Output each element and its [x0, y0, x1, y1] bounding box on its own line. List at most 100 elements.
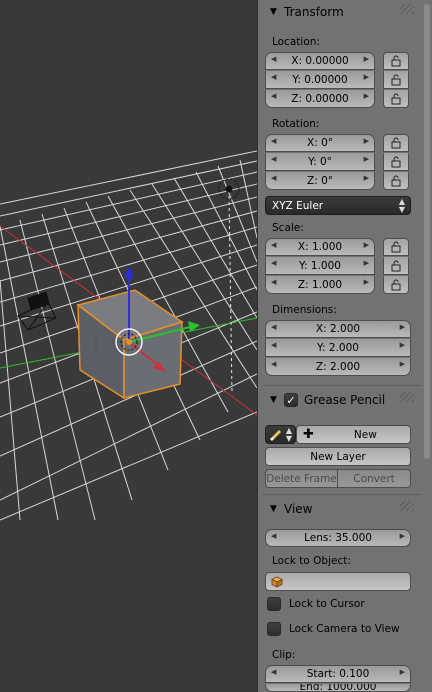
decrement-arrow-icon[interactable]: ◀ — [271, 137, 276, 145]
location-z-field[interactable]: ◀ Z: 0.00000 ▶ — [265, 90, 375, 108]
increment-arrow-icon[interactable]: ▶ — [364, 278, 369, 286]
location-y-field[interactable]: ◀ Y: 0.00000 ▶ — [265, 71, 375, 89]
clip-start-value: Start: 0.100 — [306, 668, 370, 680]
rotation-mode-value: XYZ Euler — [272, 199, 324, 212]
increment-arrow-icon[interactable]: ▶ — [364, 241, 369, 249]
rotation-z-field[interactable]: ◀ Z: 0° ▶ — [265, 172, 375, 190]
rotation-z-value: Z: 0° — [307, 174, 333, 187]
lock-scale-x-toggle[interactable] — [383, 238, 409, 256]
increment-arrow-icon[interactable]: ▶ — [400, 668, 405, 676]
plus-icon: ✚ — [303, 427, 314, 442]
decrement-arrow-icon[interactable]: ◀ — [271, 323, 276, 331]
panel-separator — [262, 494, 422, 495]
scale-y-field[interactable]: ◀ Y: 1.000 ▶ — [265, 257, 375, 275]
lens-field[interactable]: ◀ Lens: 35.000 ▶ — [265, 529, 411, 547]
convert-button[interactable]: Convert — [337, 469, 411, 488]
lock-rotation-z-toggle[interactable] — [383, 172, 409, 190]
decrement-arrow-icon[interactable]: ◀ — [271, 55, 276, 63]
increment-arrow-icon[interactable]: ▶ — [400, 360, 405, 368]
dimensions-y-field[interactable]: ◀ Y: 2.000 ▶ — [265, 339, 411, 357]
rotation-x-field[interactable]: ◀ X: 0° ▶ — [265, 134, 375, 152]
collapse-triangle-icon: ▼ — [270, 504, 277, 514]
dimensions-z-value: Z: 2.000 — [315, 360, 361, 373]
new-layer-button[interactable]: New Layer — [265, 447, 411, 466]
increment-arrow-icon[interactable]: ▶ — [364, 55, 369, 63]
drag-grip-icon[interactable] — [400, 4, 414, 14]
lock-location-z-toggle[interactable] — [383, 90, 409, 108]
clip-end-value: End: 1000.000 — [299, 684, 377, 692]
lock-scale-y-toggle[interactable] — [383, 257, 409, 275]
lock-to-cursor-checkbox[interactable] — [267, 597, 281, 611]
camera-icon[interactable] — [17, 291, 57, 331]
view-panel-header[interactable]: ▼ View — [258, 497, 424, 521]
scale-x-field[interactable]: ◀ X: 1.000 ▶ — [265, 238, 375, 256]
delete-frame-button[interactable]: Delete Frame — [265, 469, 338, 488]
padlock-icon — [391, 137, 401, 149]
dimensions-y-value: Y: 2.000 — [317, 341, 359, 354]
increment-arrow-icon[interactable]: ▶ — [400, 341, 405, 349]
increment-arrow-icon[interactable]: ▶ — [364, 137, 369, 145]
drag-grip-icon[interactable] — [400, 501, 414, 511]
padlock-icon — [391, 175, 401, 186]
increment-arrow-icon[interactable]: ▶ — [400, 532, 405, 540]
decrement-arrow-icon[interactable]: ◀ — [271, 155, 276, 163]
lock-to-object-field[interactable] — [265, 572, 411, 591]
location-x-field[interactable]: ◀ X: 0.00000 ▶ — [265, 52, 375, 70]
decrement-arrow-icon[interactable]: ◀ — [271, 341, 276, 349]
rotation-label: Rotation: — [272, 118, 320, 130]
grease-pencil-new-button[interactable]: ✚ New — [296, 425, 411, 444]
panel-separator — [262, 385, 422, 386]
rotation-x-value: X: 0° — [307, 137, 333, 149]
increment-arrow-icon[interactable]: ▶ — [364, 259, 369, 267]
lock-camera-to-view-checkbox[interactable] — [267, 622, 281, 636]
decrement-arrow-icon[interactable]: ◀ — [271, 92, 276, 100]
increment-arrow-icon[interactable]: ▶ — [364, 73, 369, 81]
panel-scrollbar[interactable] — [424, 4, 430, 459]
decrement-arrow-icon[interactable]: ◀ — [271, 259, 276, 267]
clip-start-field[interactable]: ◀ Start: 0.100 ▶ — [265, 665, 411, 683]
collapse-triangle-icon: ▼ — [270, 7, 277, 17]
rotation-mode-select[interactable]: XYZ Euler ▲ ▼ — [265, 196, 411, 215]
increment-arrow-icon[interactable]: ▶ — [364, 92, 369, 100]
lock-rotation-x-toggle[interactable] — [383, 134, 409, 152]
transform-title: Transform — [284, 5, 344, 19]
dimensions-z-field[interactable]: ◀ Z: 2.000 ▶ — [265, 358, 411, 376]
lock-location-y-toggle[interactable] — [383, 71, 409, 89]
grease-pencil-panel-header[interactable]: ▼ ✓ Grease Pencil — [258, 388, 424, 412]
rotation-y-value: Y: 0° — [308, 155, 332, 168]
lock-scale-z-toggle[interactable] — [383, 276, 409, 294]
grease-pencil-datablock-browse[interactable]: ▲ ▼ — [265, 425, 296, 444]
drag-grip-icon[interactable] — [400, 392, 414, 402]
dimensions-x-field[interactable]: ◀ X: 2.000 ▶ — [265, 320, 411, 338]
decrement-arrow-icon[interactable]: ◀ — [271, 278, 276, 286]
location-x-value: X: 0.00000 — [291, 55, 349, 67]
viewport-scene[interactable] — [0, 0, 257, 692]
increment-arrow-icon[interactable]: ▶ — [364, 174, 369, 182]
delete-frame-label: Delete Frame — [266, 472, 337, 485]
padlock-icon — [391, 241, 401, 253]
decrement-arrow-icon[interactable]: ◀ — [271, 360, 276, 368]
dimensions-label: Dimensions: — [272, 304, 337, 316]
lock-rotation-y-toggle[interactable] — [383, 153, 409, 171]
increment-arrow-icon[interactable]: ▶ — [364, 155, 369, 163]
increment-arrow-icon[interactable]: ▶ — [400, 323, 405, 331]
padlock-icon — [391, 93, 401, 104]
decrement-arrow-icon[interactable]: ◀ — [271, 241, 276, 249]
decrement-arrow-icon[interactable]: ◀ — [271, 668, 276, 676]
decrement-arrow-icon[interactable]: ◀ — [271, 174, 276, 182]
padlock-icon — [391, 74, 401, 85]
decrement-arrow-icon[interactable]: ◀ — [271, 73, 276, 81]
lock-to-object-label: Lock to Object: — [272, 555, 351, 567]
dimensions-x-value: X: 2.000 — [315, 323, 361, 335]
clip-end-field[interactable]: End: 1000.000 — [265, 684, 411, 692]
object-cube-icon — [271, 576, 283, 588]
lock-location-x-toggle[interactable] — [383, 52, 409, 70]
grease-pencil-title: Grease Pencil — [304, 393, 386, 407]
scale-z-field[interactable]: ◀ Z: 1.000 ▶ — [265, 276, 375, 294]
3d-viewport[interactable] — [0, 0, 257, 692]
scale-y-value: Y: 1.000 — [299, 259, 341, 272]
transform-panel-header[interactable]: ▼ Transform — [258, 0, 424, 24]
decrement-arrow-icon[interactable]: ◀ — [271, 532, 276, 540]
grease-pencil-checkbox[interactable]: ✓ — [284, 393, 298, 407]
rotation-y-field[interactable]: ◀ Y: 0° ▶ — [265, 153, 375, 171]
